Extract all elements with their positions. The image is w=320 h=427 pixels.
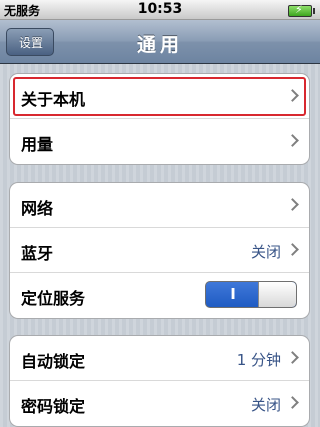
chevron-right-icon — [286, 198, 299, 211]
row-usage[interactable]: 用量 — [10, 119, 309, 164]
settings-group-lock: 自动锁定 1 分钟 密码锁定 关闭 — [9, 335, 310, 427]
chevron-right-icon — [286, 89, 299, 102]
row-label: 自动锁定 — [21, 352, 86, 371]
row-label: 密码锁定 — [21, 397, 86, 416]
row-label: 网络 — [21, 199, 54, 218]
row-bluetooth[interactable]: 蓝牙 关闭 — [10, 228, 309, 273]
auto-lock-value: 1 分钟 — [236, 351, 281, 369]
row-location-services: 定位服务 I — [10, 273, 309, 318]
row-about[interactable]: 关于本机 — [10, 74, 309, 119]
row-auto-lock[interactable]: 自动锁定 1 分钟 — [10, 336, 309, 381]
row-network[interactable]: 网络 — [10, 183, 309, 228]
row-label: 蓝牙 — [21, 244, 54, 263]
row-passcode-lock[interactable]: 密码锁定 关闭 — [10, 381, 309, 426]
chevron-right-icon — [286, 396, 299, 409]
row-label: 用量 — [21, 135, 54, 154]
chevron-right-icon — [286, 134, 299, 147]
clock: 10:53 — [137, 1, 183, 17]
page-title: 通用 — [136, 34, 183, 56]
settings-group-about: 关于本机 用量 — [9, 73, 310, 165]
toggle-knob[interactable] — [258, 282, 296, 307]
chevron-right-icon — [286, 243, 299, 256]
row-label: 定位服务 — [21, 289, 86, 308]
passcode-lock-value: 关闭 — [250, 396, 281, 414]
chevron-right-icon — [286, 351, 299, 364]
settings-group-connectivity: 网络 蓝牙 关闭 定位服务 I — [9, 182, 310, 319]
toggle-on-label: I — [230, 285, 236, 303]
row-label: 关于本机 — [21, 90, 86, 109]
status-bar: 无服务 10:53 ⚡ — [0, 0, 320, 20]
location-services-toggle[interactable]: I — [205, 281, 297, 308]
battery-charging-icon: ⚡ — [288, 4, 315, 17]
bluetooth-value: 关闭 — [250, 243, 281, 261]
navigation-bar: 设置 通用 — [0, 20, 320, 64]
